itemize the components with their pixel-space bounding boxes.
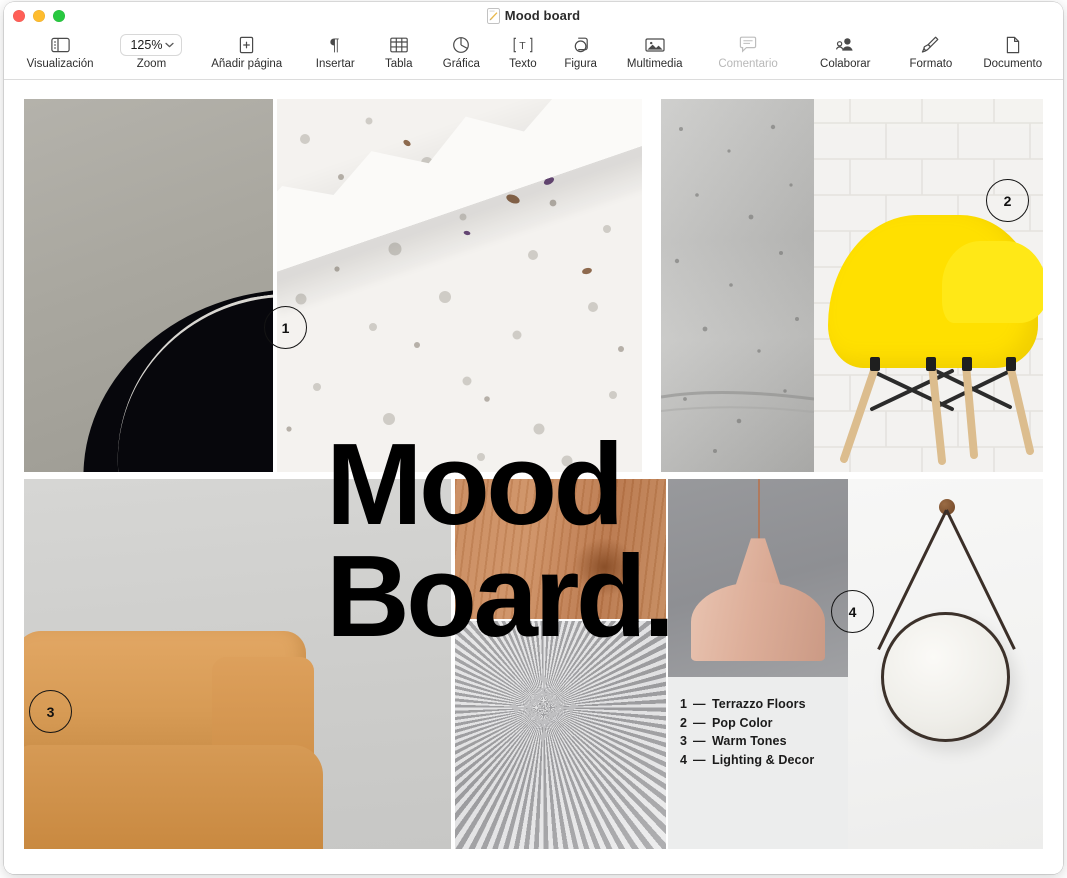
legend-dash: — [693,752,706,767]
annotation-badge-2[interactable]: 2 [986,179,1029,222]
minimize-button[interactable] [33,9,45,22]
pages-document-icon [486,7,500,24]
image-terrazzo-slab[interactable] [277,99,642,472]
collaborate-person-icon [835,32,855,57]
legend-text: Lighting & Decor [712,752,815,767]
legend-number: 4 [680,752,688,767]
legend-number: 3 [680,734,688,748]
app-window: Mood board Visualización 125% Zoom Añadi… [4,2,1063,874]
toolbar-label-comment: Comentario [718,58,778,70]
sidebar-icon [50,32,70,57]
title-bar: Mood board [4,2,1063,29]
svg-text:¶: ¶ [329,36,340,54]
zoom-value-pill[interactable]: 125% [120,32,183,57]
add-page-icon [238,32,255,57]
toolbar-label-collaborate: Colaborar [820,58,871,70]
legend-text: Warm Tones [712,734,787,748]
document-page-icon [1005,32,1021,57]
sofa-seat-base [24,745,323,849]
legend-dash: — [693,715,706,730]
toolbar-label-view: Visualización [26,58,94,70]
shape-icon [572,32,590,57]
toolbar-button-table[interactable]: Tabla [370,29,428,71]
svg-text:T: T [519,40,526,52]
annotation-badge-1[interactable]: 1 [264,306,307,349]
image-wood-grain[interactable] [455,479,666,619]
image-dark-leather-chair[interactable] [24,99,273,472]
document-page[interactable]: 1 — Terrazzo Floors 2 — Pop Color 3 — Wa… [20,91,1047,857]
toolbar-button-collaborate[interactable]: Colaborar [797,29,893,71]
toolbar: Visualización 125% Zoom Añadir página ¶ … [4,29,1063,80]
chair-leg-frame [840,357,1034,465]
legend-item: 2 — Pop Color [680,714,842,733]
image-yellow-chair[interactable] [814,99,1043,472]
toolbar-label-table: Tabla [385,58,413,70]
concrete-speckle-pattern [661,124,814,453]
document-canvas-area[interactable]: 1 — Terrazzo Floors 2 — Pop Color 3 — Wa… [4,80,1063,874]
image-concrete-wall[interactable] [661,99,814,472]
text-box-icon: T [513,32,533,57]
comment-bubble-icon [739,32,757,57]
paintbrush-icon [921,32,940,57]
legend-item: 1 — Terrazzo Floors [680,695,842,714]
toolbar-control-zoom[interactable]: 125% Zoom [110,29,193,71]
toolbar-button-view[interactable]: Visualización [10,29,110,71]
toolbar-label-shape: Figura [564,58,597,70]
pilcrow-icon: ¶ [328,32,342,57]
chevron-down-icon [165,42,175,48]
lamp-dome [691,581,825,662]
wood-knot [556,518,654,617]
legend-dash: — [693,734,706,748]
toolbar-label-chart: Gráfica [442,58,480,70]
legend-item: 4 — Lighting & Decor [680,751,842,770]
maximize-button[interactable] [53,9,65,22]
toolbar-button-add-page[interactable]: Añadir página [193,29,301,71]
window-controls [13,2,65,29]
toolbar-label-media: Multimedia [626,58,683,70]
toolbar-button-text[interactable]: T Texto [495,29,551,71]
image-round-mirror[interactable] [848,479,1043,849]
window-title-group: Mood board [4,2,1063,29]
mirror-glass [881,612,1010,742]
table-icon [389,32,408,57]
toolbar-button-media[interactable]: Multimedia [610,29,699,71]
lamp-cord [758,479,760,547]
legend-number: 1 [680,697,688,711]
image-grey-fur-rug[interactable] [455,621,666,849]
legend-text: Pop Color [712,715,773,730]
legend-number: 2 [680,715,688,730]
image-pendant-lamp[interactable] [668,479,848,677]
photo-icon [645,32,665,57]
legend-panel: 1 — Terrazzo Floors 2 — Pop Color 3 — Wa… [668,677,848,849]
toolbar-button-comment[interactable]: Comentario [699,29,797,71]
toolbar-label-zoom: Zoom [136,58,167,70]
zoom-value: 125% [130,37,163,52]
toolbar-button-document[interactable]: Documento [968,29,1057,71]
toolbar-label-format: Formato [909,58,953,70]
close-button[interactable] [13,9,25,22]
legend-text: Terrazzo Floors [712,697,806,711]
annotation-badge-4[interactable]: 4 [831,590,874,633]
toolbar-button-format[interactable]: Formato [893,29,968,71]
toolbar-label-document: Documento [983,58,1043,70]
legend-item: 3 — Warm Tones [680,732,842,751]
legend-list: 1 — Terrazzo Floors 2 — Pop Color 3 — Wa… [680,695,842,769]
toolbar-button-chart[interactable]: Gráfica [428,29,495,71]
legend-dash: — [693,697,706,711]
window-title: Mood board [504,8,581,23]
toolbar-label-add-page: Añadir página [211,58,283,70]
annotation-badge-3[interactable]: 3 [29,690,72,733]
toolbar-button-insert[interactable]: ¶ Insertar [301,29,370,71]
toolbar-button-shape[interactable]: Figura [551,29,611,71]
pie-chart-icon [452,32,470,57]
toolbar-label-insert: Insertar [315,58,355,70]
toolbar-label-text: Texto [509,58,537,70]
image-tan-sofa[interactable] [24,479,451,849]
